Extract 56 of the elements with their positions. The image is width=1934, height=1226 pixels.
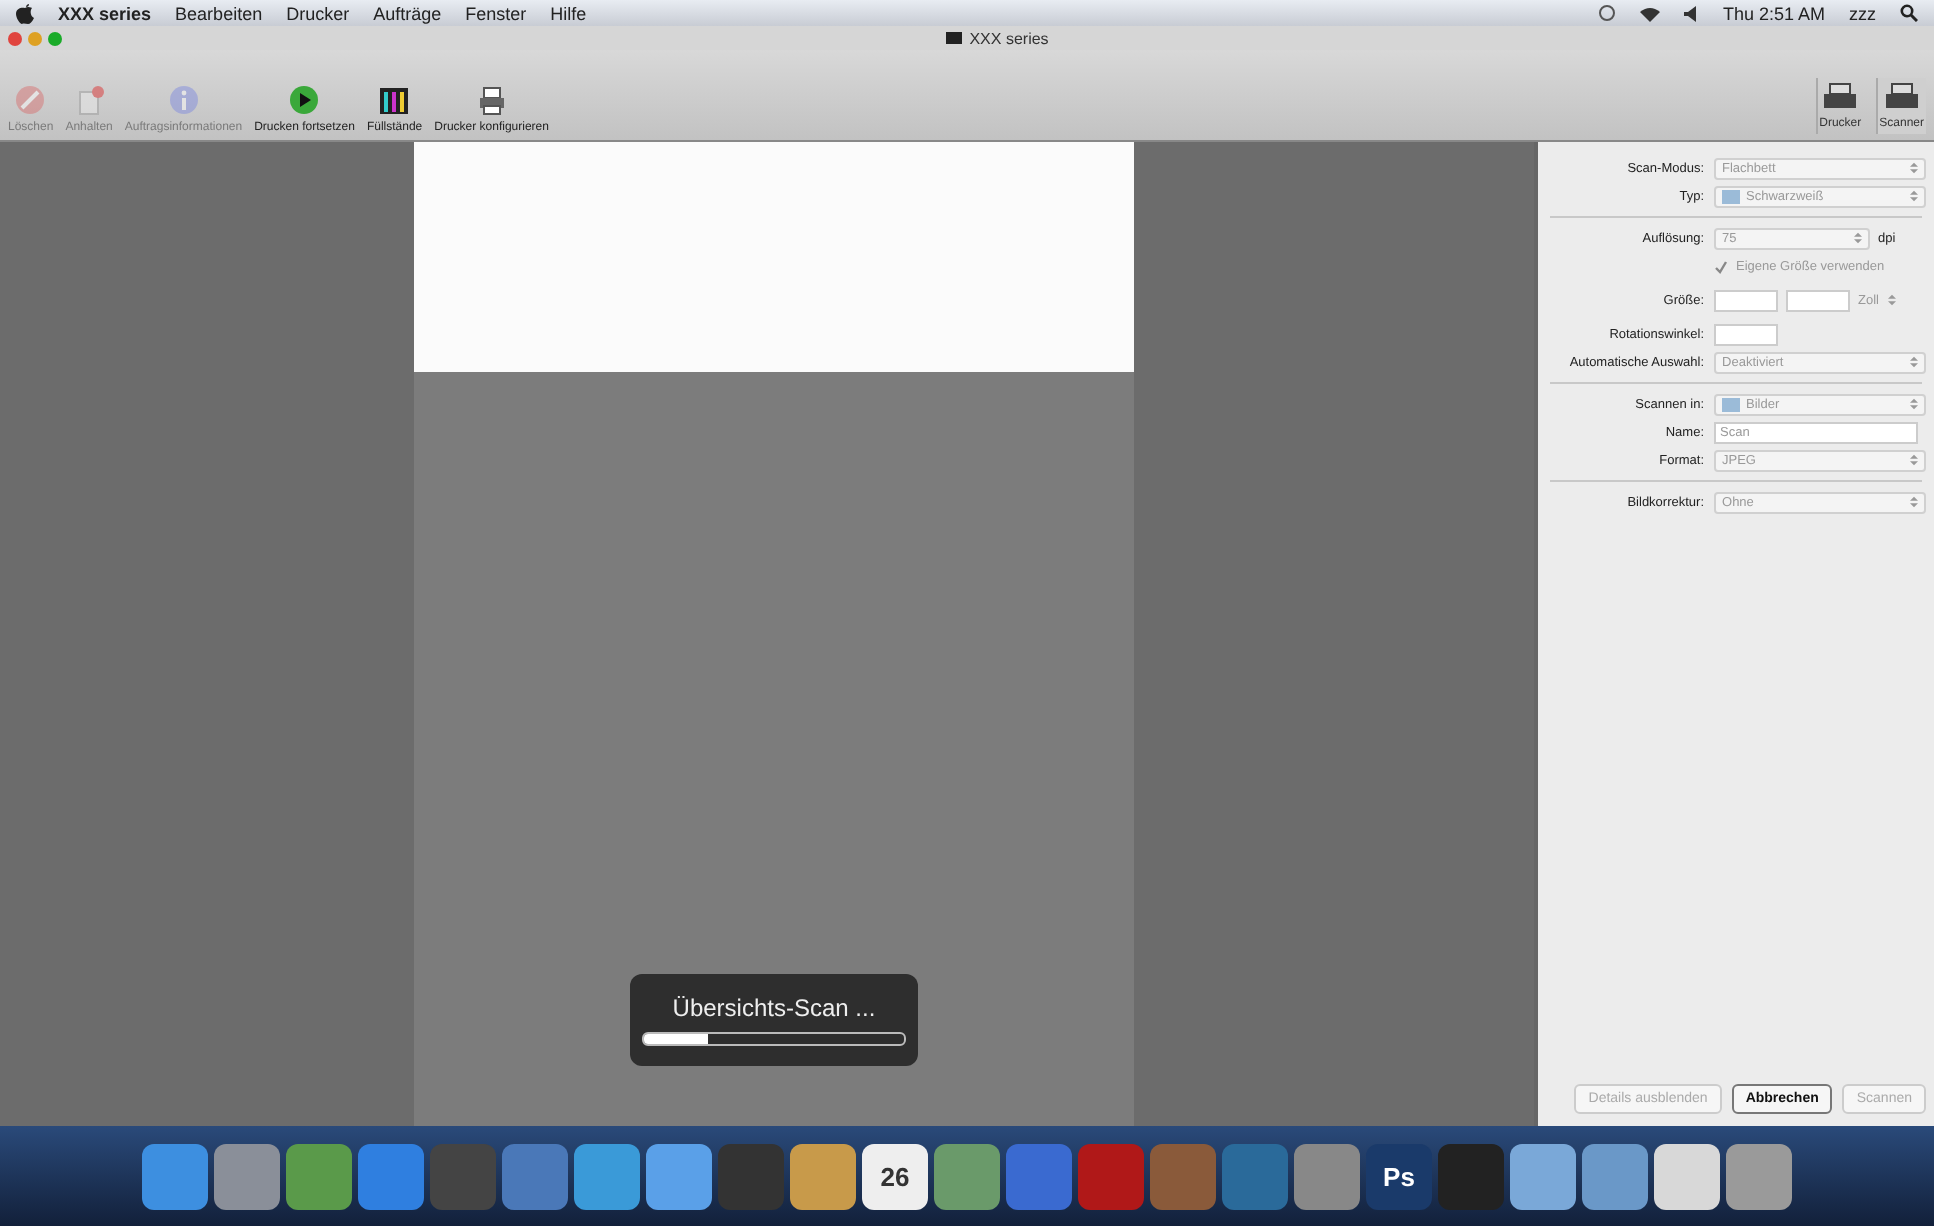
stepper-arrows-icon	[1910, 496, 1919, 508]
ink-levels-icon	[378, 84, 411, 116]
menu-item[interactable]: Hilfe	[550, 3, 587, 23]
play-icon	[288, 84, 321, 116]
clock-icon[interactable]	[1598, 4, 1617, 22]
stepper-arrows-icon	[1910, 356, 1919, 368]
stepper-arrows-icon	[1910, 162, 1919, 174]
folder-icon	[1722, 397, 1741, 411]
stepper-arrows-icon	[1854, 232, 1863, 244]
search-icon[interactable]	[1900, 4, 1918, 22]
app-menu[interactable]: XXX series	[58, 3, 152, 23]
menu-clock[interactable]: Thu 2:51 AM	[1722, 3, 1825, 23]
app-icon[interactable]	[646, 1143, 712, 1209]
window-title: XXX series	[969, 29, 1049, 47]
height-field[interactable]	[1786, 289, 1851, 311]
wifi-icon[interactable]	[1640, 5, 1661, 21]
menu-item[interactable]: Bearbeiten	[175, 3, 263, 23]
apple-icon[interactable]	[16, 3, 34, 23]
app-icon[interactable]	[286, 1143, 352, 1209]
app-icon[interactable]	[574, 1143, 640, 1209]
app-icon[interactable]	[214, 1143, 280, 1209]
info-icon	[167, 84, 200, 116]
stop-icon	[14, 84, 47, 116]
app-icon[interactable]	[934, 1143, 1000, 1209]
stepper-arrows-icon	[1910, 454, 1919, 466]
app-icon[interactable]	[790, 1143, 856, 1209]
checkmark-icon	[1714, 259, 1729, 273]
close-button[interactable]	[8, 31, 22, 45]
app-icon[interactable]	[1654, 1143, 1720, 1209]
document-icon	[73, 84, 106, 116]
menu-item[interactable]: Fenster	[465, 3, 527, 23]
stepper-arrows-icon	[1887, 294, 1895, 306]
app-icon[interactable]: 26	[862, 1143, 928, 1209]
scanner-icon	[945, 32, 962, 44]
app-icon[interactable]	[142, 1143, 208, 1209]
progress-label: Übersichts-Scan ...	[672, 994, 876, 1022]
width-field[interactable]	[1714, 289, 1779, 311]
app-icon[interactable]	[1294, 1143, 1360, 1209]
app-icon[interactable]	[1510, 1143, 1576, 1209]
menu-item[interactable]: Aufträge	[373, 3, 442, 23]
app-icon[interactable]: Ps	[1366, 1143, 1432, 1209]
minimize-button[interactable]	[28, 31, 42, 45]
speaker-icon[interactable]	[1684, 5, 1699, 21]
printer-icon	[1883, 82, 1920, 114]
user-name[interactable]: zzz	[1849, 3, 1876, 23]
folder-icon	[1722, 189, 1741, 203]
checkbox[interactable]	[1714, 259, 1729, 273]
printer-icon	[475, 84, 508, 116]
stepper-arrows-icon	[1910, 398, 1919, 410]
printer-icon	[1822, 82, 1859, 114]
menu-item[interactable]: Drucker	[286, 3, 350, 23]
input-field[interactable]	[1714, 323, 1779, 345]
app-icon[interactable]	[1582, 1143, 1648, 1209]
stepper-arrows-icon	[1910, 190, 1919, 202]
zoom-button[interactable]	[48, 31, 62, 45]
app-icon[interactable]	[1726, 1143, 1792, 1209]
